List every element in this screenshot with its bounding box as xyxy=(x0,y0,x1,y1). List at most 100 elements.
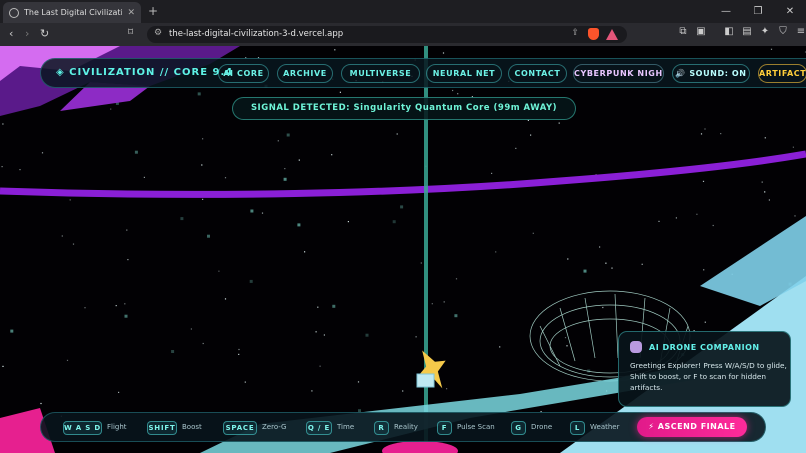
game-scene[interactable]: ◈ CIVILIZATION // CORE 9.4 AI CORE ARCHI… xyxy=(0,46,806,453)
extensions-icon[interactable]: ⧉ xyxy=(676,26,690,37)
bookmark-icon[interactable]: ⌑ xyxy=(128,27,133,38)
drone-title: AI DRONE COMPANION xyxy=(649,343,760,352)
star xyxy=(180,217,184,221)
star xyxy=(365,333,369,337)
star xyxy=(396,133,398,135)
menu-icon[interactable]: ≡ xyxy=(794,26,806,37)
nav-archive[interactable]: ARCHIVE xyxy=(277,64,333,83)
new-tab-button[interactable]: + xyxy=(148,4,158,18)
player-cube xyxy=(416,373,435,388)
star xyxy=(332,304,336,308)
brave-rewards-icon[interactable] xyxy=(606,29,618,40)
artifacts-button[interactable]: ARTIFACTS xyxy=(758,64,806,83)
sidebar-icon[interactable]: ◧ xyxy=(722,26,736,37)
star xyxy=(19,169,21,171)
close-tab-icon[interactable]: ✕ xyxy=(127,8,135,18)
nav-neural-net[interactable]: NEURAL NET xyxy=(426,64,502,83)
tab-title: The Last Digital Civilization xyxy=(24,8,123,17)
forward-arrow-icon[interactable]: › xyxy=(25,27,29,40)
star xyxy=(700,133,703,135)
reload-icon[interactable]: ↻ xyxy=(40,27,49,40)
star xyxy=(704,321,706,323)
wallet-icon[interactable]: ▣ xyxy=(694,26,708,37)
hud-nav: ◈ CIVILIZATION // CORE 9.4 AI CORE ARCHI… xyxy=(40,58,806,88)
star xyxy=(703,269,705,271)
share-icon[interactable]: ⇪ xyxy=(571,28,579,38)
control-label: Time xyxy=(337,423,355,431)
star xyxy=(224,177,227,179)
star xyxy=(641,263,643,265)
theme-toggle[interactable]: CYBERPUNK NIGHT xyxy=(573,64,664,83)
star xyxy=(197,92,201,96)
site-settings-icon[interactable]: ⚙ xyxy=(154,28,162,38)
star xyxy=(244,381,246,383)
star xyxy=(207,234,210,238)
key-qe: Q / E xyxy=(306,421,332,435)
star xyxy=(392,220,396,224)
star xyxy=(357,381,360,383)
star xyxy=(110,108,112,110)
star xyxy=(532,232,534,234)
robot-icon xyxy=(630,341,642,353)
star xyxy=(454,314,458,318)
star xyxy=(452,89,454,92)
star xyxy=(761,181,763,183)
minimize-button[interactable]: — xyxy=(710,0,742,23)
close-window-button[interactable]: ✕ xyxy=(774,0,806,23)
leo-ai-icon[interactable]: ✦ xyxy=(758,26,772,37)
star xyxy=(1,166,3,168)
star xyxy=(238,353,240,355)
star xyxy=(171,350,175,353)
star xyxy=(69,199,71,201)
star xyxy=(124,303,126,305)
url-text: the-last-digital-civilization-3-d.vercel… xyxy=(169,29,344,39)
star xyxy=(250,209,254,213)
star xyxy=(297,223,301,227)
star xyxy=(770,48,773,50)
maximize-button[interactable]: ❐ xyxy=(742,0,774,23)
browser-tab[interactable]: The Last Digital Civilization ✕ xyxy=(3,2,141,23)
star xyxy=(611,267,613,269)
star xyxy=(530,134,532,136)
brave-shields-icon[interactable] xyxy=(588,28,599,40)
star xyxy=(224,298,227,300)
vpn-shield-icon[interactable]: ⛉ xyxy=(776,26,790,37)
wallet-card-icon[interactable]: ▤ xyxy=(740,26,754,37)
ascend-finale-button[interactable]: ⚡ ASCEND FINALE xyxy=(637,417,747,437)
control-label: Zero-G xyxy=(262,423,287,431)
star xyxy=(190,328,192,330)
sound-toggle[interactable]: 🔊 SOUND: ON xyxy=(672,64,750,83)
star xyxy=(605,262,607,264)
star xyxy=(41,152,44,154)
back-arrow-icon[interactable]: ‹ xyxy=(9,27,13,40)
pink-grid xyxy=(382,441,458,453)
star xyxy=(764,191,766,193)
address-bar[interactable]: ⚙ the-last-digital-civilization-3-d.verc… xyxy=(147,26,627,43)
star xyxy=(331,154,333,156)
star xyxy=(768,199,770,201)
star xyxy=(431,303,433,305)
star xyxy=(238,348,240,351)
star xyxy=(277,140,279,142)
nav-contact[interactable]: CONTACT xyxy=(508,64,567,83)
star xyxy=(126,229,128,231)
nav-ai-core[interactable]: AI CORE xyxy=(218,64,269,83)
star xyxy=(704,128,706,130)
nav-multiverse[interactable]: MULTIVERSE xyxy=(341,64,420,83)
brand-text: CIVILIZATION // CORE 9.4 xyxy=(69,67,234,78)
star xyxy=(455,278,458,280)
star xyxy=(61,235,63,237)
star xyxy=(400,205,404,209)
star xyxy=(599,246,601,248)
star xyxy=(201,164,203,166)
star xyxy=(284,168,286,170)
controls-bar: W A S D Flight SHIFT Boost SPACE Zero-G … xyxy=(40,412,766,442)
star xyxy=(66,359,69,361)
star xyxy=(286,133,290,137)
star xyxy=(339,91,341,93)
star xyxy=(298,159,300,161)
star xyxy=(446,388,448,390)
star xyxy=(10,329,14,333)
star xyxy=(2,365,4,367)
control-label: Drone xyxy=(531,423,553,431)
